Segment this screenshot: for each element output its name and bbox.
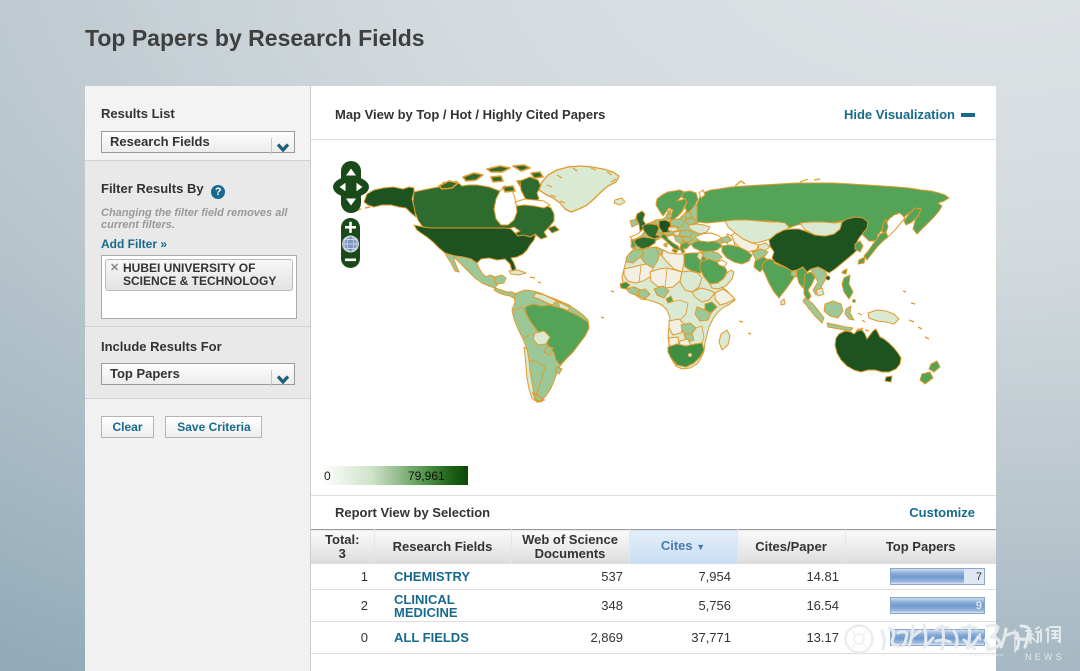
svg-text:NEWS: NEWS xyxy=(1025,652,1065,662)
